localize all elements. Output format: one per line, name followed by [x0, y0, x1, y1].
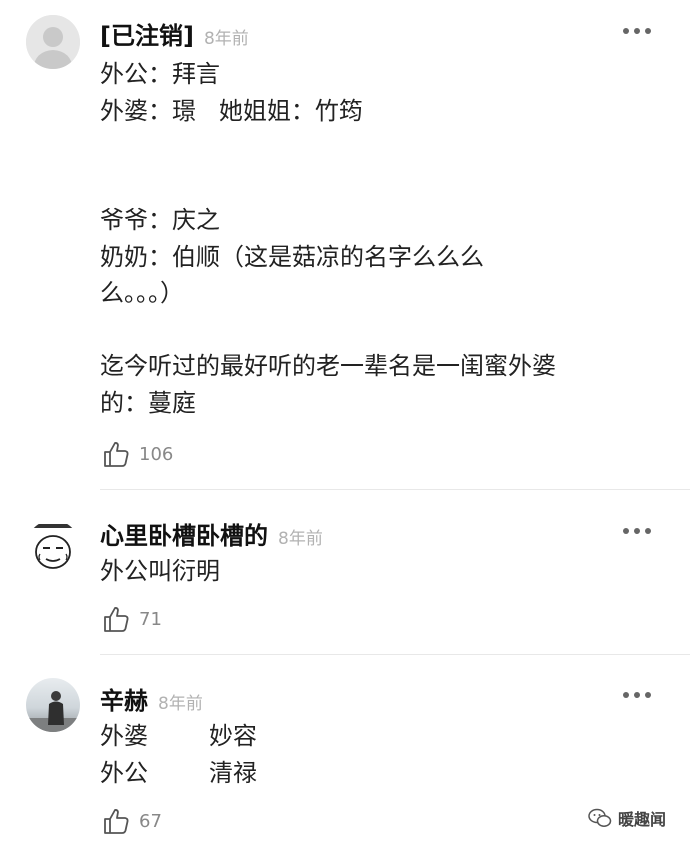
watermark-text: 暖趣闻 [617, 810, 666, 829]
comment-line: 外公叫衍明 [100, 557, 220, 585]
username[interactable]: [已注销] [100, 16, 194, 51]
like-count: 71 [139, 608, 162, 630]
timestamp: 8年前 [158, 694, 203, 714]
profile-photo-icon [26, 691, 80, 732]
like-count: 67 [139, 810, 162, 832]
divider [100, 654, 690, 655]
comment-line: 迄今听过的最好听的老一辈名是一闺蜜外婆 [100, 352, 556, 380]
comment-line: 的：蔓庭 [100, 388, 196, 417]
timestamp: 8年前 [203, 29, 249, 49]
like-button[interactable]: 106 [102, 440, 173, 468]
comment-line: 外公：拜言 [100, 60, 220, 88]
wechat-icon [588, 808, 612, 827]
comment-line [100, 312, 556, 349]
thumbs-up-icon [104, 607, 129, 632]
avatar[interactable] [26, 15, 80, 69]
comment-line [100, 129, 556, 166]
divider [100, 489, 690, 490]
like-button[interactable]: 67 [102, 807, 162, 835]
default-avatar-icon [26, 15, 80, 69]
comment-text: 外公叫衍明 [100, 553, 220, 590]
meme-face-avatar-icon [31, 524, 75, 569]
comment-text: 外婆 妙容 外公 清禄 [100, 718, 257, 791]
thumbs-up-icon [104, 809, 129, 834]
comment-header: 辛赫 8年前 [100, 681, 203, 716]
comment-line: 奶奶：伯顺（这是菇凉的名字么么么 [100, 242, 484, 271]
comment-line [100, 166, 556, 203]
username[interactable]: 辛赫 [100, 681, 148, 716]
comment-header: 心里卧槽卧槽的 8年前 [100, 516, 323, 551]
like-button[interactable]: 71 [102, 605, 162, 633]
more-options-icon[interactable] [622, 525, 652, 537]
like-count: 106 [139, 443, 174, 465]
watermark: 暖趣闻 [588, 806, 666, 830]
comment-line: 爷爷：庆之 [100, 206, 220, 234]
thumbs-up-icon [104, 442, 129, 467]
comment-line: 外婆 妙容 [100, 722, 258, 750]
more-options-icon[interactable] [622, 689, 652, 701]
username[interactable]: 心里卧槽卧槽的 [100, 516, 268, 551]
more-options-icon[interactable] [622, 25, 652, 37]
comment-line: 么。。。） [100, 279, 184, 307]
avatar[interactable] [26, 520, 80, 574]
comment-line: 外公 清禄 [100, 758, 258, 787]
avatar[interactable] [26, 678, 80, 732]
comment-header: [已注销] 8年前 [100, 16, 249, 51]
comment-text: 外公：拜言 外婆：璟 她姐姐：竹筠 爷爷：庆之 奶奶：伯顺（这是菇凉的名字么么么… [100, 56, 556, 421]
timestamp: 8年前 [278, 529, 323, 549]
comment-line: 外婆：璟 她姐姐：竹筠 [100, 96, 363, 125]
